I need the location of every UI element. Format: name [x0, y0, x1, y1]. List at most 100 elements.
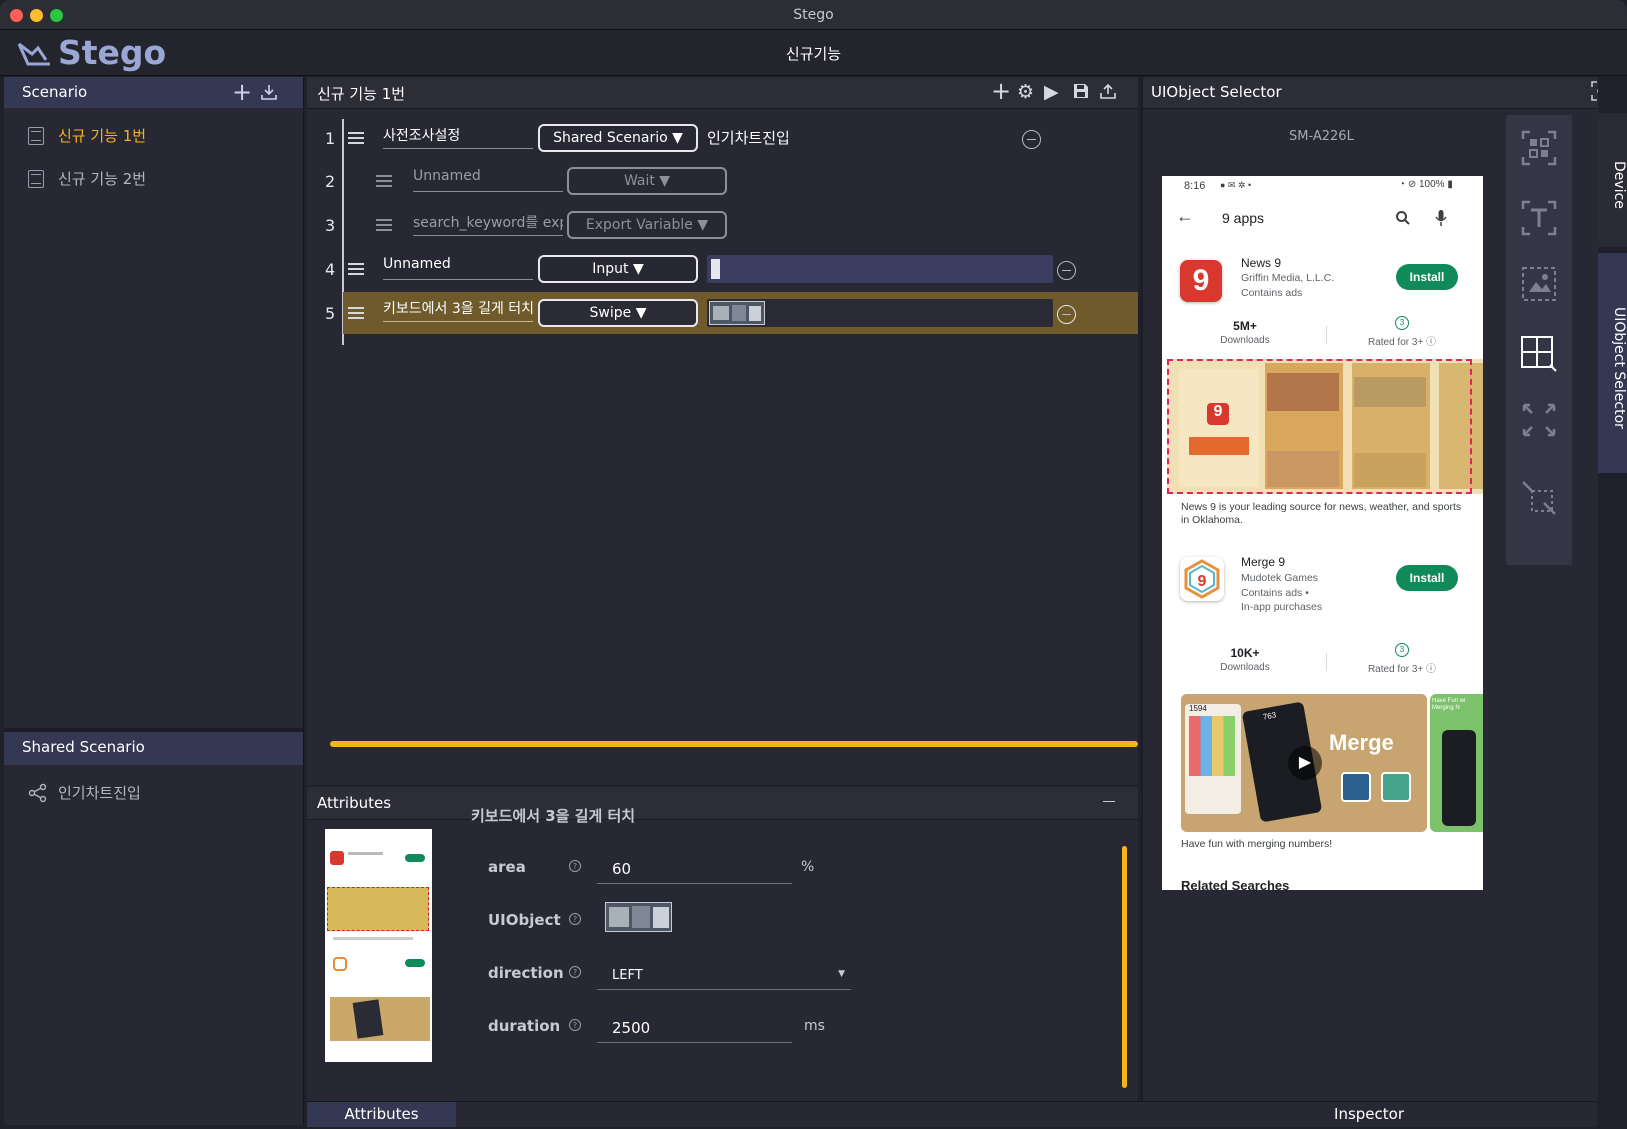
step-name-field[interactable]: search_keyword를 expo [413, 212, 563, 236]
area-input[interactable]: 60 [597, 848, 792, 884]
selector-tool-strip [1506, 115, 1572, 565]
play-icon[interactable]: ▶ [1044, 81, 1059, 103]
add-icon[interactable]: + [232, 78, 252, 106]
app-header: Stego 신규기능 [0, 31, 1627, 76]
search-icon[interactable] [1395, 210, 1411, 226]
help-icon[interactable]: ? [569, 1019, 581, 1031]
battery-text: 100% [1418, 179, 1445, 190]
bottom-tab-bar: Attributes Inspector [307, 1101, 1597, 1127]
uiobject-selector-header: UIObject Selector [1141, 77, 1611, 109]
back-arrow-icon[interactable]: ← [1176, 206, 1194, 227]
drag-handle-icon[interactable] [348, 263, 364, 275]
expand-collapse-icon[interactable] [1520, 401, 1558, 439]
shared-scenario-item[interactable]: 인기차트진입 [28, 782, 141, 803]
search-query[interactable]: 9 apps [1222, 210, 1264, 226]
downloads-label: Downloads [1220, 662, 1270, 673]
rating-badge-icon: 3 [1395, 316, 1409, 330]
uiobject-image[interactable] [605, 902, 672, 932]
step-type-dropdown[interactable]: Swipe ▼ [538, 299, 698, 327]
side-tab-bar: Device UIObject Selector [1598, 77, 1627, 1125]
tab-uiobject-selector[interactable]: UIObject Selector [1598, 253, 1627, 473]
input-value-field[interactable] [707, 255, 1053, 283]
drag-handle-icon[interactable] [348, 132, 364, 144]
play-video-icon[interactable]: ▶ [1288, 746, 1322, 780]
step-type-dropdown[interactable]: Export Variable ▼ [567, 211, 727, 239]
shared-item-label: 인기차트진입 [58, 784, 141, 802]
selection-overlay [1167, 359, 1472, 494]
vertical-scrollbar[interactable] [1122, 846, 1127, 1088]
direction-value: LEFT [612, 968, 643, 983]
step-name-field[interactable]: 키보드에서 3을 길게 터치 [383, 298, 533, 322]
direction-label: direction [488, 964, 564, 982]
step-name-field[interactable]: Unnamed [383, 256, 533, 280]
object-detect-icon[interactable] [1520, 129, 1558, 167]
scenario-item-2[interactable]: 신규 기능 2번 [28, 168, 146, 189]
promo-board: 1594 [1185, 704, 1241, 814]
downloads-stat: 10K+ Downloads [1217, 646, 1273, 673]
uiobject-selector-title: UIObject Selector [1151, 83, 1282, 101]
scenario-item-label: 신규 기능 1번 [58, 127, 147, 145]
help-icon[interactable]: ? [569, 860, 581, 872]
app-developer: Mudotek Games [1241, 572, 1319, 584]
area-label: area [488, 858, 526, 876]
editor-title: 신규 기능 1번 [317, 85, 406, 103]
crop-select-icon[interactable] [1520, 479, 1558, 517]
install-button[interactable]: Install [1396, 264, 1458, 290]
install-button[interactable]: Install [1396, 565, 1458, 591]
remove-step-icon[interactable] [1022, 130, 1041, 149]
step-row-4[interactable]: 4 Unnamed Input ▼ [307, 248, 1138, 290]
duration-input[interactable]: 2500 [597, 1007, 792, 1043]
step-type-dropdown[interactable]: Shared Scenario ▼ [538, 124, 698, 152]
step-row-1[interactable]: 1 사전조사설정 Shared Scenario ▼ 인기차트진입 [307, 117, 1138, 159]
step-row-5[interactable]: 5 키보드에서 3을 길게 터치 Swipe ▼ [307, 292, 1138, 334]
tab-attributes[interactable]: Attributes [307, 1102, 456, 1127]
attributes-title: Attributes [317, 794, 392, 812]
document-icon [28, 169, 44, 188]
step-type-dropdown[interactable]: Input ▼ [538, 255, 698, 283]
step-type-dropdown[interactable]: Wait ▼ [567, 167, 727, 195]
left-panel: Scenario + 신규 기능 1번 신규 기능 2번 Shared Scen… [4, 77, 304, 1125]
shared-scenario-header: Shared Scenario [4, 732, 303, 765]
help-icon[interactable]: ? [569, 966, 581, 978]
tab-inspector[interactable]: Inspector [1141, 1102, 1597, 1127]
page-title: 신규기능 [785, 45, 842, 63]
drag-handle-icon[interactable] [348, 307, 364, 319]
region-select-icon[interactable] [1520, 335, 1558, 373]
step-row-2[interactable]: 2 Unnamed Wait ▼ [307, 160, 1138, 202]
direction-select[interactable]: LEFT ▼ [597, 954, 851, 990]
step-name-field[interactable]: 사전조사설정 [383, 125, 533, 149]
stat-divider [1326, 653, 1327, 671]
app-screenshot-carousel[interactable]: 9 [1167, 359, 1483, 494]
export-icon[interactable] [1099, 82, 1117, 105]
horizontal-scrollbar[interactable] [330, 741, 1138, 747]
step-row-3[interactable]: 3 search_keyword를 expo Export Variable ▼ [307, 204, 1138, 246]
remove-step-icon[interactable] [1057, 261, 1076, 280]
editor-header: 신규 기능 1번 + ⚙ ▶ [307, 77, 1138, 109]
promo-video[interactable]: 1594 763 ▶ Merge [1181, 694, 1427, 832]
uiobject-selector-panel: UIObject Selector SM-A226L 8:16 ● ✉ ✲ • … [1141, 77, 1611, 1101]
step-number: 3 [325, 216, 336, 235]
attributes-panel: Attributes 키보드에서 3을 길게 터치 area ? 60 % UI… [307, 787, 1138, 1103]
add-step-icon[interactable]: + [991, 77, 1011, 105]
save-icon[interactable] [1072, 82, 1090, 105]
text-select-icon[interactable] [1520, 199, 1558, 237]
step-name-field[interactable]: Unnamed [413, 168, 563, 192]
app-tag: Contains ads [1241, 287, 1303, 299]
drag-handle-icon[interactable] [376, 175, 392, 187]
uiobject-value-field[interactable] [707, 299, 1053, 327]
device-screen[interactable]: 8:16 ● ✉ ✲ • ◔ ⊘ 100% ▮ ← 9 apps 9 News … [1162, 176, 1483, 890]
image-select-icon[interactable] [1520, 265, 1558, 303]
drag-handle-icon[interactable] [376, 219, 392, 231]
tab-device[interactable]: Device [1598, 113, 1627, 247]
import-icon[interactable] [260, 82, 278, 106]
scenario-item-1[interactable]: 신규 기능 1번 [28, 125, 146, 146]
help-icon[interactable]: ? [569, 913, 581, 925]
promo-count: 763 [1262, 710, 1277, 722]
settings-gear-icon[interactable]: ⚙ [1017, 81, 1034, 103]
duration-label: duration [488, 1017, 561, 1035]
microphone-icon[interactable] [1435, 209, 1447, 227]
downloads-value: 10K+ [1230, 646, 1260, 660]
promo-screenshot-2[interactable]: Have Fun wi Merging N [1430, 694, 1483, 832]
minimize-icon[interactable] [1103, 801, 1115, 802]
remove-step-icon[interactable] [1057, 305, 1076, 324]
